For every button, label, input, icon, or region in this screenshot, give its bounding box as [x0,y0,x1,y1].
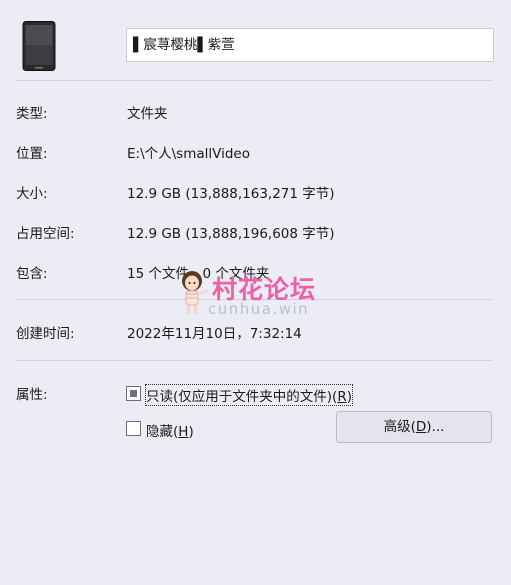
hidden-checkbox[interactable] [126,421,141,436]
attributes-label: 属性: [16,387,48,403]
phone-folder-icon [22,21,56,71]
type-label: 类型: [16,106,48,122]
hidden-label-text: 隐藏( [146,424,179,440]
advanced-button[interactable]: 高级(D)... [336,411,492,443]
advanced-label-text: 高级( [383,419,416,435]
folder-name-input[interactable]: ▌宸荨樱桃▌紫萱 [126,28,494,62]
created-value: 2022年11月10日，7:32:14 [127,326,302,342]
readonly-checkbox-label[interactable]: 只读(仅应用于文件夹中的文件)(R) [145,384,353,406]
advanced-access-key: D [415,419,427,435]
watermark: 村花论坛 cunhua.win [178,268,338,320]
disk-size-label: 占用空间: [16,226,75,242]
readonly-checkbox[interactable] [126,386,141,401]
location-value: E:\个人\smallVideo [127,146,250,162]
size-value: 12.9 GB (13,888,163,271 字节) [127,186,335,202]
created-label: 创建时间: [16,326,75,342]
readonly-access-key: R [337,389,347,405]
hidden-checkbox-label[interactable]: 隐藏(H) [146,420,194,440]
type-value: 文件夹 [127,106,168,122]
readonly-label-close: ) [346,389,352,405]
hidden-access-key: H [178,424,189,440]
separator [16,80,492,81]
readonly-label-text: 只读(仅应用于文件夹中的文件)( [146,389,338,405]
size-label: 大小: [16,186,48,202]
folder-properties-general-tab: ▌宸荨樱桃▌紫萱 类型: 文件夹 位置: E:\个人\smallVideo 大小… [0,0,511,585]
girl-mascot-icon [182,271,209,314]
separator [16,360,492,361]
hidden-label-close: ) [188,424,194,440]
advanced-label-suffix: )... [426,419,445,435]
disk-size-value: 12.9 GB (13,888,196,608 字节) [127,226,335,242]
location-label: 位置: [16,146,48,162]
watermark-subtitle: cunhua.win [208,300,310,318]
contains-label: 包含: [16,266,48,282]
